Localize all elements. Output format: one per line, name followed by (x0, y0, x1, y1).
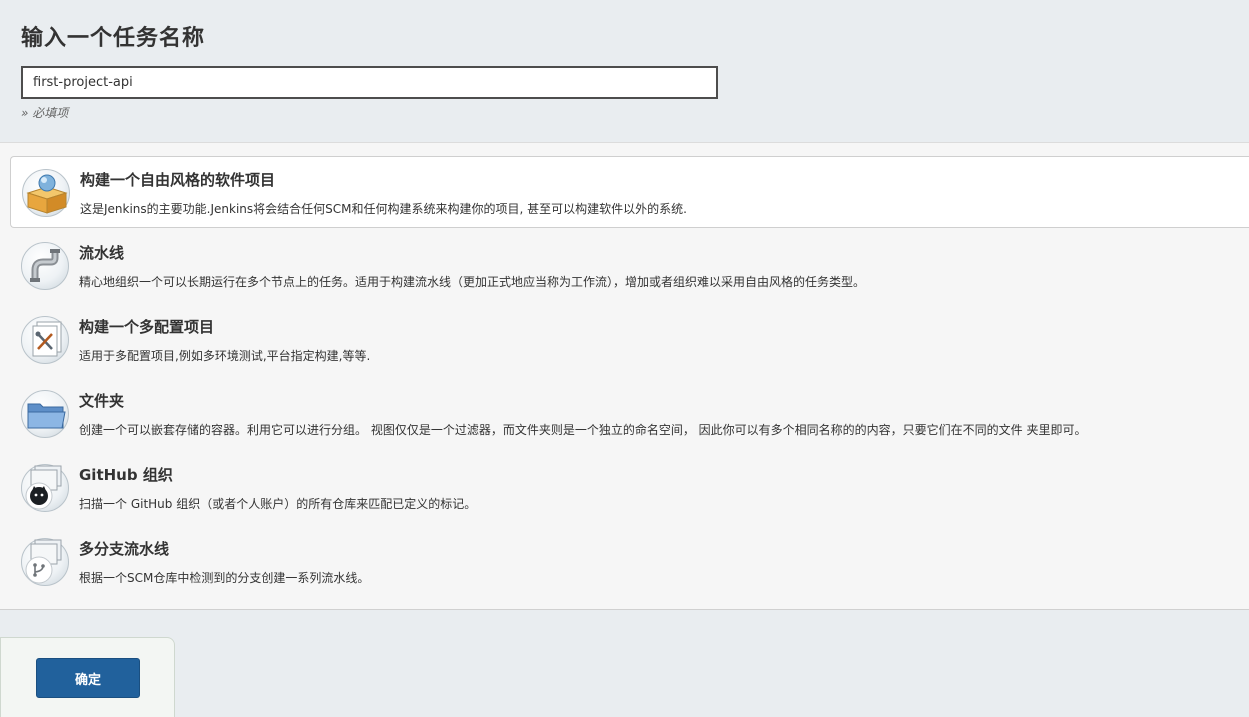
item-description: 精心地组织一个可以长期运行在多个节点上的任务。适用于构建流水线（更加正式地应当称… (79, 275, 866, 289)
item-description: 根据一个SCM仓库中检测到的分支创建一系列流水线。 (79, 571, 370, 585)
item-folder[interactable]: 文件夹 创建一个可以嵌套存储的容器。利用它可以进行分组。 视图仅仅是一个过滤器，… (10, 378, 1249, 450)
item-description: 扫描一个 GitHub 组织（或者个人账户）的所有仓库来匹配已定义的标记。 (79, 497, 477, 511)
item-description: 这是Jenkins的主要功能.Jenkins将会结合任何SCM和任何构建系统来构… (80, 202, 687, 216)
item-title: GitHub 组织 (79, 466, 173, 484)
item-multibranch[interactable]: 多分支流水线 根据一个SCM仓库中检测到的分支创建一系列流水线。 (10, 526, 1249, 598)
item-freestyle[interactable]: 构建一个自由风格的软件项目 这是Jenkins的主要功能.Jenkins将会结合… (10, 156, 1249, 228)
item-title: 多分支流水线 (79, 540, 170, 558)
item-description: 创建一个可以嵌套存储的容器。利用它可以进行分组。 视图仅仅是一个过滤器，而文件夹… (79, 423, 1087, 437)
item-title: 构建一个多配置项目 (79, 318, 215, 336)
ok-button[interactable]: 确定 (36, 658, 140, 698)
item-type-list: 构建一个自由风格的软件项目 这是Jenkins的主要功能.Jenkins将会结合… (0, 142, 1249, 610)
page-title: 输入一个任务名称 (21, 26, 206, 51)
folder-icon (21, 388, 69, 438)
header-area: 输入一个任务名称 » 必填项 (0, 0, 1249, 143)
multibranch-icon (21, 536, 69, 586)
item-title: 文件夹 (79, 392, 125, 410)
task-name-input[interactable] (21, 66, 718, 99)
item-title: 构建一个自由风格的软件项目 (80, 171, 276, 189)
freestyle-box-icon (22, 167, 70, 217)
item-title: 流水线 (79, 244, 125, 262)
item-pipeline[interactable]: 流水线 精心地组织一个可以长期运行在多个节点上的任务。适用于构建流水线（更加正式… (10, 230, 1249, 302)
item-description: 适用于多配置项目,例如多环境测试,平台指定构建,等等. (79, 349, 371, 363)
github-org-icon (21, 462, 69, 512)
multi-config-icon (21, 314, 69, 364)
item-github-org[interactable]: GitHub 组织 扫描一个 GitHub 组织（或者个人账户）的所有仓库来匹配… (10, 452, 1249, 524)
pipeline-icon (21, 240, 69, 290)
required-note: » 必填项 (21, 106, 69, 120)
item-multi-config[interactable]: 构建一个多配置项目 适用于多配置项目,例如多环境测试,平台指定构建,等等. (10, 304, 1249, 376)
